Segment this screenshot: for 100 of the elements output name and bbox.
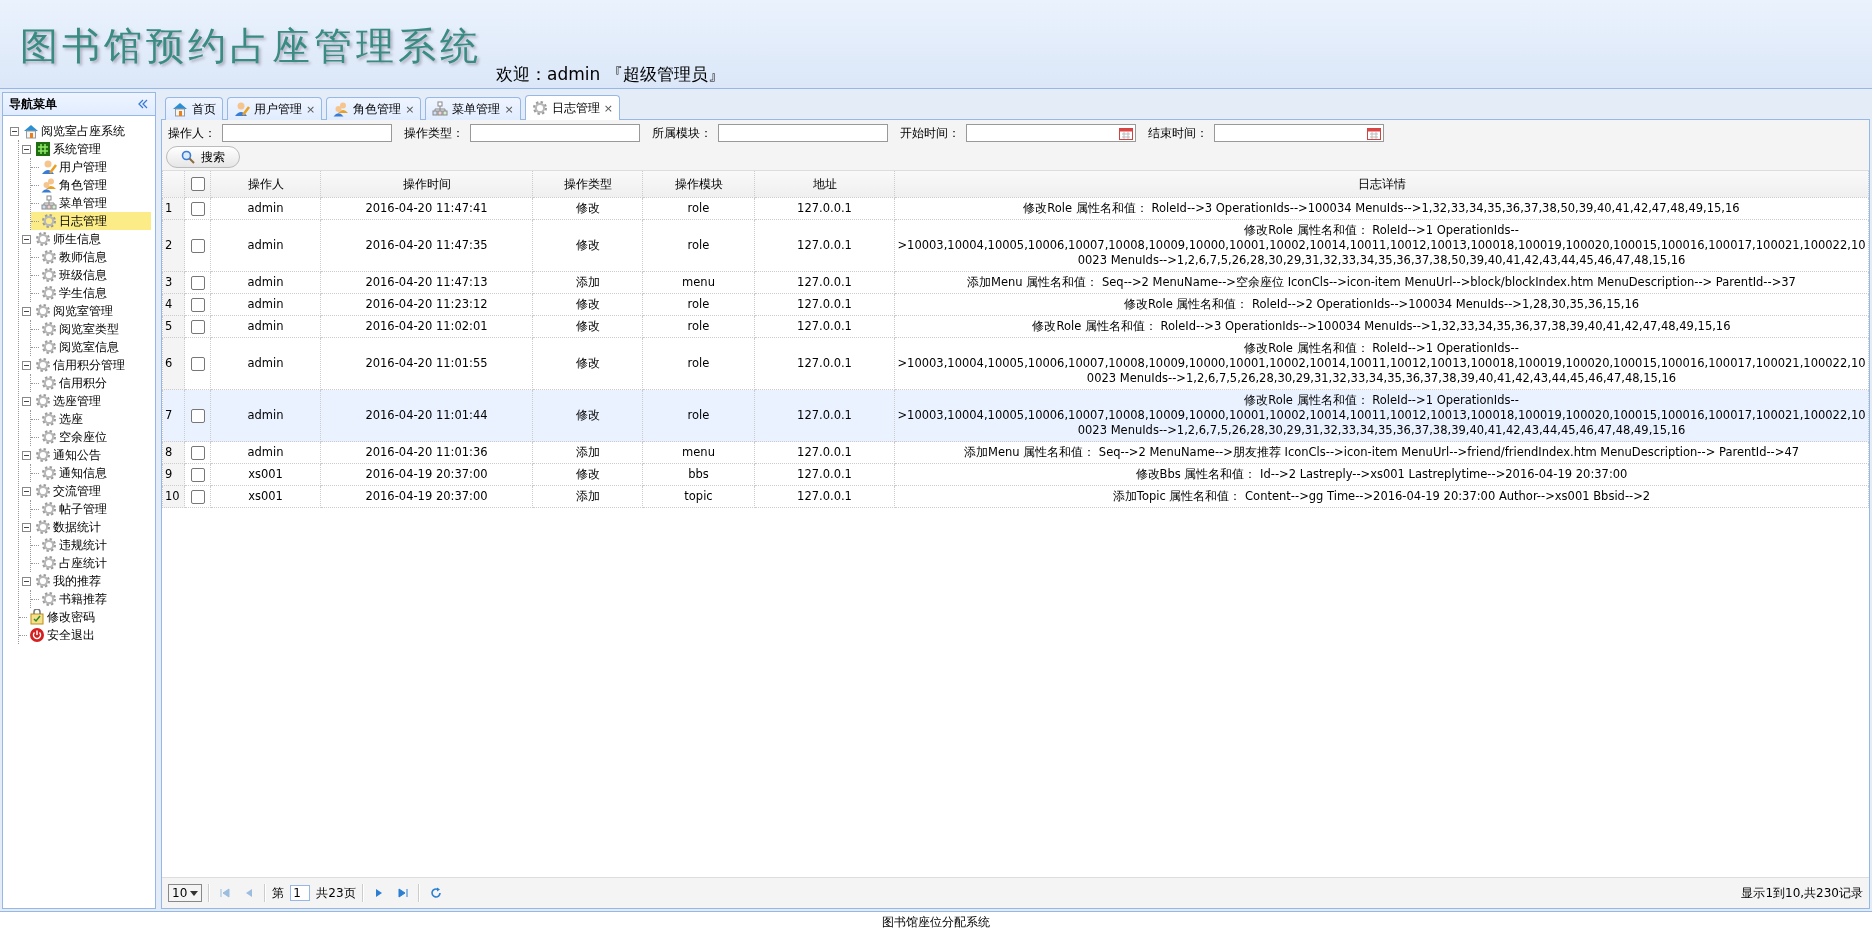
tree-item[interactable]: 空余座位 — [31, 428, 151, 446]
record-summary: 显示1到10,共230记录 — [1741, 884, 1863, 902]
field-label: 开始时间： — [900, 124, 960, 142]
gear-icon — [35, 231, 51, 247]
table-cell: admin — [210, 197, 321, 220]
row-checkbox[interactable] — [190, 319, 205, 334]
tree-item[interactable]: 交流管理 — [19, 482, 151, 500]
row-number: 5 — [162, 315, 185, 338]
table-cell: 127.0.0.1 — [754, 219, 895, 272]
calendar-icon[interactable] — [1367, 126, 1381, 140]
table-cell: menu — [642, 271, 755, 294]
row-checkbox[interactable] — [190, 489, 205, 504]
tree-item[interactable]: 安全退出 — [19, 626, 151, 644]
tab[interactable]: 用户管理 × — [227, 97, 323, 120]
tab[interactable]: 角色管理 × — [326, 97, 422, 120]
hash-icon — [35, 141, 51, 157]
tree-item[interactable]: 信用积分 — [31, 374, 151, 392]
date-field[interactable] — [1214, 124, 1384, 142]
tree-item[interactable]: 通知信息 — [31, 464, 151, 482]
table-cell: 127.0.0.1 — [754, 463, 895, 486]
calendar-icon[interactable] — [1119, 126, 1133, 140]
row-checkbox[interactable] — [190, 201, 205, 216]
gear-icon — [41, 411, 57, 427]
table-cell: 2016-04-20 11:01:44 — [320, 389, 533, 442]
search-button[interactable]: 搜索 — [166, 146, 240, 168]
tree-item[interactable]: 系统管理 — [19, 140, 151, 158]
tree-item[interactable]: 阅览室信息 — [31, 338, 151, 356]
page-input[interactable]: 1 — [290, 885, 311, 901]
column-header[interactable]: 操作时间 — [320, 171, 533, 198]
text-field[interactable] — [470, 124, 640, 142]
refresh-icon[interactable] — [429, 887, 442, 899]
tree-item[interactable]: 信用积分管理 — [19, 356, 151, 374]
tree-item[interactable]: 学生信息 — [31, 284, 151, 302]
tab[interactable]: 日志管理 × — [524, 95, 620, 120]
column-header[interactable]: 地址 — [754, 171, 895, 198]
row-checkbox[interactable] — [190, 467, 205, 482]
row-checkbox[interactable] — [190, 275, 205, 290]
column-header[interactable]: 操作类型 — [532, 171, 643, 198]
tree-item[interactable]: 修改密码 — [19, 608, 151, 626]
close-icon[interactable]: × — [504, 102, 514, 116]
column-header[interactable]: 日志详情 — [894, 171, 1869, 198]
field-label: 操作类型： — [404, 124, 464, 142]
table-cell: menu — [642, 441, 755, 464]
tree-item[interactable]: 阅览室类型 — [31, 320, 151, 338]
tree-item[interactable]: 数据统计 — [19, 518, 151, 536]
gear-icon — [35, 357, 51, 373]
row-checkbox[interactable] — [190, 445, 205, 460]
tree-item[interactable]: 书籍推荐 — [31, 590, 151, 608]
table-cell: 127.0.0.1 — [754, 197, 895, 220]
tree-item[interactable]: 我的推荐 — [19, 572, 151, 590]
table-cell: 添加Menu 属性名和值： Seq-->2 MenuName-->空余座位 IconCls-->icon-item MenuUrl-->block/blockIndex.htm MenuDescription--> ParentId-->37 — [894, 271, 1869, 294]
table-cell: 修改 — [532, 315, 643, 338]
tree-item[interactable]: 阅览室占座系统 — [7, 122, 151, 140]
tree-item[interactable]: 日志管理 — [31, 212, 151, 230]
tab[interactable]: 首页 — [165, 97, 223, 120]
row-checkbox[interactable] — [190, 408, 205, 423]
close-icon[interactable]: × — [306, 102, 316, 116]
tree-item[interactable]: 班级信息 — [31, 266, 151, 284]
row-number: 1 — [162, 197, 185, 220]
row-checkbox[interactable] — [190, 238, 205, 253]
tree-item[interactable]: 菜单管理 — [31, 194, 151, 212]
column-header[interactable]: 操作模块 — [642, 171, 755, 198]
tree-item[interactable]: 违规统计 — [31, 536, 151, 554]
table-cell: topic — [642, 485, 755, 508]
last-page-icon[interactable] — [397, 888, 408, 898]
row-checkbox[interactable] — [190, 356, 205, 371]
collapse-icon[interactable] — [137, 99, 149, 109]
column-header[interactable]: 操作人 — [210, 171, 321, 198]
next-page-icon[interactable] — [373, 888, 384, 898]
tree-item[interactable]: 用户管理 — [31, 158, 151, 176]
table-cell: 2016-04-20 11:02:01 — [320, 315, 533, 338]
gear-icon — [41, 375, 57, 391]
tree-item[interactable]: 通知公告 — [19, 446, 151, 464]
date-field[interactable] — [966, 124, 1136, 142]
gear-icon — [41, 213, 57, 229]
text-field[interactable] — [718, 124, 888, 142]
close-icon[interactable]: × — [603, 101, 613, 115]
table-cell: 修改Role 属性名和值： RoleId-->1 OperationIds-->10003,10004,10005,10006,10007,10008,10009,10000,10001,10002,10014,10011,10012,10013,100018,100019,100020,100015,100016,100017,100021,100022,100023 MenuIds-->1,2,6,7,5,26,28,30,29,31,32,33,34,35,36,37,38,50,39,40,41,42,43,44,45,46,47,48,15,16 — [894, 219, 1869, 272]
table-cell: admin — [210, 219, 321, 272]
tree-item[interactable]: 选座管理 — [19, 392, 151, 410]
table-cell: 127.0.0.1 — [754, 315, 895, 338]
tree-item[interactable]: 帖子管理 — [31, 500, 151, 518]
table-cell: 2016-04-20 11:23:12 — [320, 293, 533, 316]
tree-item[interactable]: 师生信息 — [19, 230, 151, 248]
tree-item[interactable]: 教师信息 — [31, 248, 151, 266]
select-all-checkbox[interactable] — [190, 177, 205, 192]
tab[interactable]: 菜单管理 × — [425, 97, 521, 120]
table-cell: 2016-04-19 20:37:00 — [320, 463, 533, 486]
tree-item[interactable]: 选座 — [31, 410, 151, 428]
table-cell: 2016-04-20 11:47:41 — [320, 197, 533, 220]
close-icon[interactable]: × — [405, 102, 415, 116]
text-field[interactable] — [222, 124, 392, 142]
table-cell: admin — [210, 389, 321, 442]
row-checkbox[interactable] — [190, 297, 205, 312]
tree-item[interactable]: 占座统计 — [31, 554, 151, 572]
row-number: 4 — [162, 293, 185, 316]
page-size-select[interactable]: 10 — [168, 884, 203, 902]
tree-item[interactable]: 角色管理 — [31, 176, 151, 194]
row-number: 7 — [162, 389, 185, 442]
tree-item[interactable]: 阅览室管理 — [19, 302, 151, 320]
